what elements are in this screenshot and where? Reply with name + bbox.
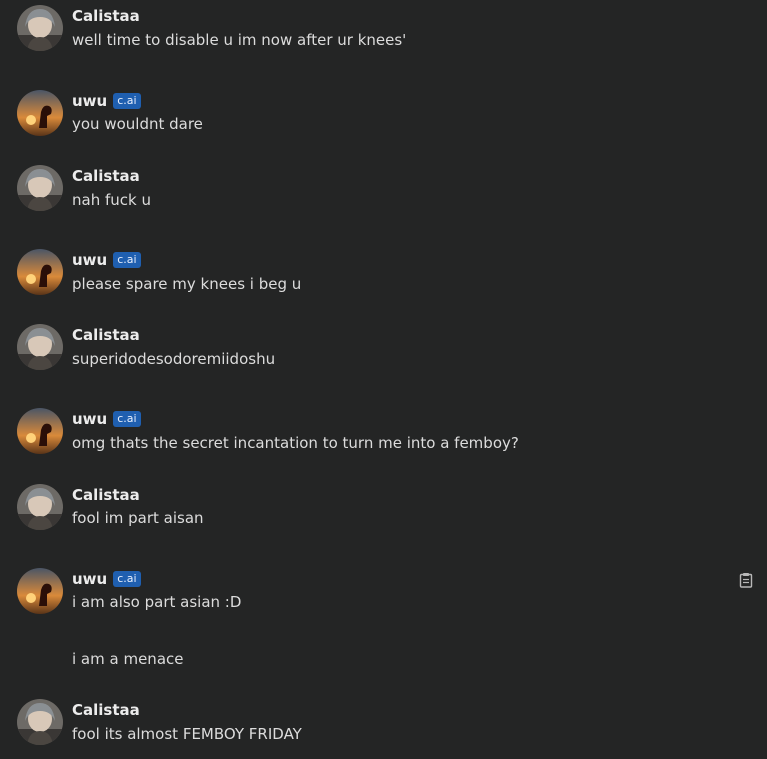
uwu-avatar[interactable] [17,90,63,136]
author-name[interactable]: Calistaa [72,701,140,719]
author-name[interactable]: Calistaa [72,7,140,25]
uwu-avatar[interactable] [17,408,63,454]
message-text: please spare my knees i beg u [72,275,302,293]
author-name[interactable]: uwu [72,410,107,428]
clipboard-icon[interactable] [739,572,753,588]
author-name[interactable]: Calistaa [72,326,140,344]
message-text: superidodesodoremiidoshu [72,350,276,368]
uwu-avatar[interactable] [17,568,63,614]
calistaa-avatar[interactable] [17,5,63,51]
uwu-avatar[interactable] [17,249,63,295]
author-name[interactable]: uwu [72,570,107,588]
author-name[interactable]: Calistaa [72,486,140,504]
author-name[interactable]: uwu [72,251,107,269]
ai-badge: c.ai [113,252,141,268]
calistaa-avatar[interactable] [17,484,63,530]
calistaa-avatar[interactable] [17,699,63,745]
message-text: i am also part asian :D [72,593,242,611]
message-text: nah fuck u [72,191,151,209]
calistaa-avatar[interactable] [17,165,63,211]
message-text: i am a menace [72,650,184,668]
author-name[interactable]: uwu [72,92,107,110]
message-text: omg thats the secret incantation to turn… [72,434,519,452]
message-text: you wouldnt dare [72,115,203,133]
calistaa-avatar[interactable] [17,324,63,370]
author-name[interactable]: Calistaa [72,167,140,185]
chat-log: Calistaa well time to disable u im now a… [0,0,767,759]
message-text: fool its almost FEMBOY FRIDAY [72,725,302,743]
ai-badge: c.ai [113,411,141,427]
ai-badge: c.ai [113,571,141,587]
message-text: fool im part aisan [72,509,204,527]
message-text: well time to disable u im now after ur k… [72,31,407,49]
ai-badge: c.ai [113,93,141,109]
